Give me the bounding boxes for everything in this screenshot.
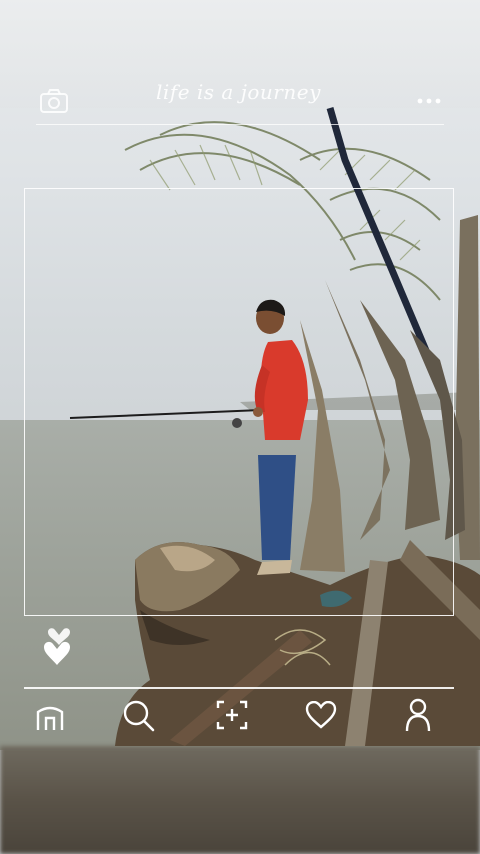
header-divider	[36, 124, 444, 125]
heart-icon[interactable]	[305, 701, 337, 729]
camera-icon[interactable]	[39, 88, 69, 114]
search-icon[interactable]	[122, 699, 156, 733]
add-post-icon[interactable]	[216, 700, 248, 730]
photo-frame	[24, 188, 454, 616]
home-icon[interactable]	[35, 702, 65, 732]
more-icon[interactable]	[416, 96, 442, 106]
nav-divider	[24, 687, 454, 689]
background-photo: life is a journey	[0, 0, 480, 854]
hearts-icon[interactable]	[42, 627, 76, 667]
app-title: life is a journey	[156, 80, 321, 104]
profile-icon[interactable]	[404, 698, 432, 732]
